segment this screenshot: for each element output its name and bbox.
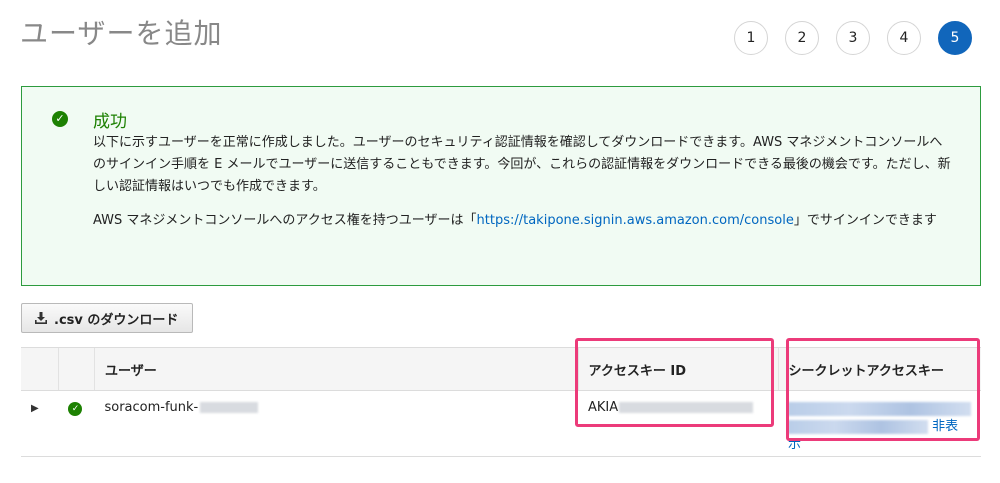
status-cell: ✓ bbox=[58, 390, 95, 457]
signin-text-prefix: AWS マネジメントコンソールへのアクセス権を持つユーザーは「 bbox=[93, 213, 477, 228]
step-3[interactable]: 3 bbox=[836, 21, 870, 55]
secret-key-cell: 非表示 bbox=[778, 390, 981, 457]
redacted-secret-key-line-2 bbox=[788, 419, 928, 434]
redacted-access-key bbox=[619, 402, 754, 413]
users-table: ユーザー アクセスキー ID シークレットアクセスキー ▶ ✓ soracom-… bbox=[21, 347, 981, 457]
expand-cell: ▶ bbox=[21, 390, 59, 457]
alert-signin-message: AWS マネジメントコンソールへのアクセス権を持つユーザーは「https://t… bbox=[93, 210, 953, 232]
access-key-cell: AKIA bbox=[578, 390, 778, 457]
check-circle-icon: ✓ bbox=[68, 402, 83, 416]
table-row: ▶ ✓ soracom-funk- AKIA 非表示 bbox=[21, 390, 981, 457]
alert-body: 以下に示すユーザーを正常に作成しました。ユーザーのセキュリティ認証情報を確認して… bbox=[93, 132, 953, 232]
redacted-user-suffix bbox=[200, 402, 259, 413]
header-secret-access-key[interactable]: シークレットアクセスキー bbox=[777, 347, 981, 391]
success-alert: ✓ 成功 以下に示すユーザーを正常に作成しました。ユーザーのセキュリティ認証情報… bbox=[21, 86, 981, 286]
redacted-secret-key-line-1 bbox=[788, 401, 971, 416]
expand-row-icon[interactable]: ▶ bbox=[31, 403, 39, 414]
user-cell: soracom-funk- bbox=[94, 390, 579, 457]
download-icon bbox=[34, 311, 48, 325]
download-csv-button[interactable]: .csv のダウンロード bbox=[21, 303, 194, 333]
access-key-prefix: AKIA bbox=[588, 400, 619, 415]
wizard-steps: 1 2 3 4 5 bbox=[734, 21, 972, 55]
header-status bbox=[57, 347, 95, 391]
step-5-current[interactable]: 5 bbox=[938, 21, 972, 55]
signin-text-suffix: 」でサインインできます bbox=[793, 213, 937, 228]
download-csv-label: .csv のダウンロード bbox=[54, 312, 179, 328]
header-access-key-id[interactable]: アクセスキー ID bbox=[577, 347, 778, 391]
page-title: ユーザーを追加 bbox=[20, 17, 223, 50]
step-4[interactable]: 4 bbox=[887, 21, 921, 55]
alert-title: 成功 bbox=[93, 112, 127, 132]
user-name: soracom-funk- bbox=[104, 400, 199, 415]
header-expand bbox=[21, 347, 59, 391]
alert-message: 以下に示すユーザーを正常に作成しました。ユーザーのセキュリティ認証情報を確認して… bbox=[93, 135, 951, 194]
step-1[interactable]: 1 bbox=[734, 21, 768, 55]
check-circle-icon: ✓ bbox=[52, 111, 68, 127]
table-header-row: ユーザー アクセスキー ID シークレットアクセスキー bbox=[21, 347, 981, 391]
header-user[interactable]: ユーザー bbox=[93, 347, 579, 391]
step-2[interactable]: 2 bbox=[785, 21, 819, 55]
console-signin-link[interactable]: https://takipone.signin.aws.amazon.com/c… bbox=[477, 213, 794, 228]
